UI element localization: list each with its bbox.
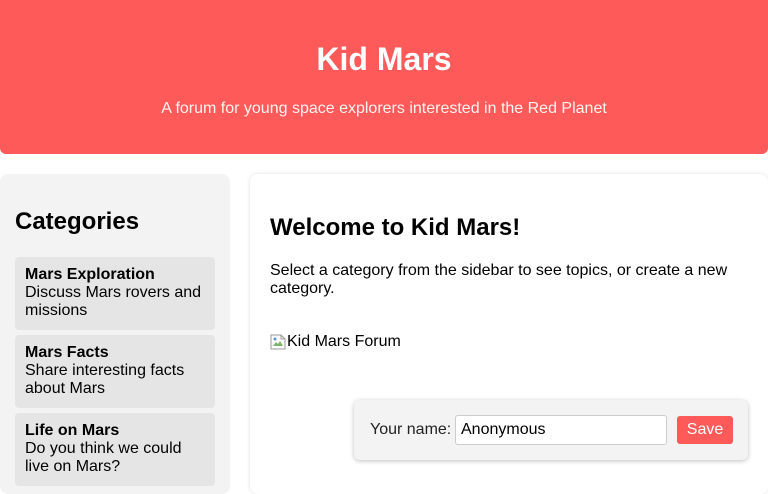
sidebar: Categories Mars Exploration Discuss Mars… [0,174,230,494]
broken-image-icon [270,334,286,350]
site-title: Kid Mars [316,41,452,77]
category-list: Mars Exploration Discuss Mars rovers and… [15,257,215,491]
category-name: Life on Mars [25,422,120,439]
save-button[interactable]: Save [677,416,733,444]
category-name: Mars Exploration [25,266,155,283]
forum-image: Kid Mars Forum [270,333,401,351]
category-description: Do you think we could live on Mars? [25,440,182,475]
name-input[interactable] [455,415,667,445]
category-name: Mars Facts [25,344,109,361]
sidebar-title: Categories [15,208,140,235]
category-description: Share interesting facts about Mars [25,362,185,397]
category-life-on-mars[interactable]: Life on Mars Do you think we could live … [15,413,215,486]
user-name-panel: Your name: Save [354,400,748,460]
category-mars-facts[interactable]: Mars Facts Share interesting facts about… [15,335,215,408]
category-description: Discuss Mars rovers and missions [25,284,202,319]
welcome-intro: Select a category from the sidebar to se… [270,262,728,297]
site-subtitle: A forum for young space explorers intere… [161,100,607,117]
welcome-title: Welcome to Kid Mars! [270,214,521,241]
name-label: Your name: [370,421,452,438]
forum-image-alt-text: Kid Mars Forum [287,333,401,350]
site-header: Kid Mars A forum for young space explore… [0,0,768,154]
category-mars-exploration[interactable]: Mars Exploration Discuss Mars rovers and… [15,257,215,330]
